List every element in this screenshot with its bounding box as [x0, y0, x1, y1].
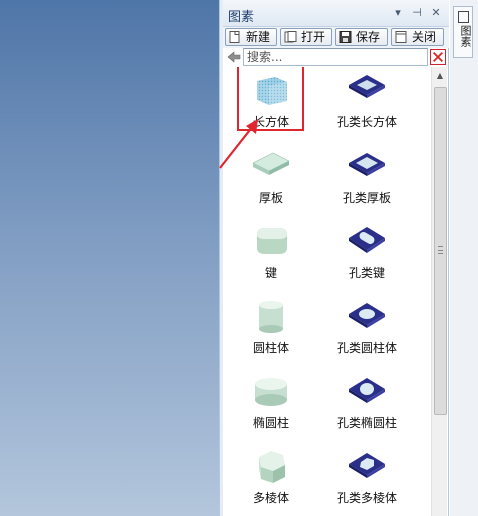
side-dock: 图素: [450, 0, 478, 516]
gallery-item-label: 孔类长方体: [336, 115, 397, 129]
hole-cylinder-icon: [349, 303, 385, 328]
new-doc-icon: [229, 31, 240, 43]
gallery-item-label: 长方体: [252, 115, 289, 129]
clear-search-icon[interactable]: [430, 49, 446, 65]
open-button-label: 打开: [301, 30, 326, 44]
gallery-item-polyprism[interactable]: 多棱体: [223, 447, 319, 516]
thick-plate-icon: [252, 152, 290, 175]
pin-icon[interactable]: ⊣: [410, 5, 424, 21]
3d-viewport[interactable]: [0, 0, 219, 516]
panel-title: 图素: [228, 10, 255, 25]
design-element-panel: 图素 ▾ ⊣ ✕ 新建 打开 保存 关闭 搜索... 长方体 孔类长方体 厚板 …: [223, 0, 449, 516]
gallery-item-label: 孔类键: [348, 266, 385, 280]
gallery-item-hole-key[interactable]: 孔类键: [319, 222, 415, 296]
gallery-item-hole-cuboid[interactable]: 孔类长方体: [319, 71, 415, 145]
element-gallery: 长方体 孔类长方体 厚板 孔类厚板 键 孔类键 圆柱体 孔类圆柱体 椭圆柱 孔类…: [223, 67, 431, 516]
search-input[interactable]: [243, 48, 428, 66]
cylinder-icon: [259, 301, 283, 333]
gallery-item-label: 圆柱体: [252, 341, 289, 355]
gallery-scrollbar[interactable]: ▲: [431, 67, 447, 516]
hole-thick-plate-icon: [349, 153, 385, 176]
gallery-item-label: 多棱体: [252, 491, 289, 505]
gallery-item-cylinder[interactable]: 圆柱体: [223, 297, 319, 371]
hole-key-icon: [349, 227, 385, 253]
scroll-up-arrow-icon[interactable]: ▲: [432, 67, 448, 85]
gallery-item-hole-elliptic-cylinder[interactable]: 孔类椭圆柱: [319, 372, 415, 446]
side-tab-label: 图素: [459, 25, 472, 47]
gallery-item-label: 孔类多棱体: [336, 491, 397, 505]
gallery-item-key[interactable]: 键: [223, 222, 319, 296]
scrollbar-thumb[interactable]: [434, 87, 447, 415]
open-button[interactable]: 打开: [280, 28, 332, 46]
side-tab-icon: [458, 11, 469, 23]
scrollbar-grip-icon: [438, 246, 443, 254]
panel-menu-icon[interactable]: ▾: [391, 5, 405, 21]
gallery-item-label: 孔类椭圆柱: [336, 416, 397, 430]
polyprism-icon: [259, 451, 285, 483]
gallery-item-cuboid[interactable]: 长方体: [223, 67, 319, 145]
cuboid-icon: [257, 77, 287, 105]
save-button-label: 保存: [356, 30, 381, 44]
gallery-item-elliptic-cylinder[interactable]: 椭圆柱: [223, 372, 319, 446]
close-button[interactable]: 关闭: [391, 28, 444, 46]
gallery-item-label: 键: [264, 266, 277, 280]
gallery-item-label: 椭圆柱: [252, 416, 289, 430]
search-row: [223, 48, 449, 67]
elliptic-cylinder-icon: [255, 378, 287, 406]
gallery-item-hole-thick-plate[interactable]: 孔类厚板: [319, 147, 415, 221]
gallery-item-hole-polyprism[interactable]: 孔类多棱体: [319, 447, 415, 516]
close-button-label: 关闭: [412, 30, 437, 44]
save-disk-icon: [339, 31, 352, 43]
open-doc-icon: [284, 31, 297, 43]
back-arrow-icon[interactable]: [226, 49, 242, 65]
hole-cuboid-icon: [349, 75, 385, 98]
gallery-item-hole-cylinder[interactable]: 孔类圆柱体: [319, 297, 415, 371]
new-button-label: 新建: [246, 30, 271, 44]
panel-toolbar: 新建 打开 保存 关闭: [223, 27, 449, 48]
gallery-item-label: 孔类圆柱体: [336, 341, 397, 355]
side-tab-elements[interactable]: 图素: [453, 6, 473, 58]
gallery-item-label: 厚板: [258, 191, 283, 205]
gallery-item-label: 孔类厚板: [342, 191, 391, 205]
save-button[interactable]: 保存: [335, 28, 388, 46]
gallery-item-thick-plate[interactable]: 厚板: [223, 147, 319, 221]
hole-polyprism-icon: [349, 453, 385, 478]
key-icon: [257, 228, 287, 254]
panel-titlebar: 图素 ▾ ⊣ ✕: [223, 0, 449, 27]
hole-elliptic-cylinder-icon: [349, 378, 385, 403]
close-doc-icon: [395, 31, 407, 43]
new-button[interactable]: 新建: [225, 28, 277, 46]
close-icon[interactable]: ✕: [429, 5, 443, 21]
